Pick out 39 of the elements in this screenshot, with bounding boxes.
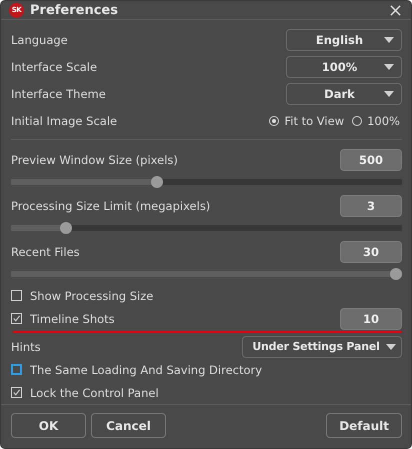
dropdown[interactable]: English: [286, 28, 402, 50]
value-field[interactable]: 30: [340, 240, 402, 262]
setting-label: Initial Image Scale: [11, 114, 118, 128]
value-field[interactable]: 3: [340, 194, 402, 216]
dialog-button[interactable]: Default: [326, 413, 402, 438]
checkbox[interactable]: Lock the Control Panel: [11, 386, 159, 400]
check-icon: [12, 314, 21, 323]
slider-thumb[interactable]: [390, 268, 402, 280]
dropdown[interactable]: Under Settings Panel: [242, 336, 402, 358]
dialog-button[interactable]: Cancel: [91, 413, 166, 438]
checkbox[interactable]: Timeline Shots: [11, 312, 115, 326]
setting-label: Interface Scale: [11, 60, 98, 74]
dialog-button[interactable]: OK: [11, 413, 86, 438]
checkbox[interactable]: The Same Loading And Saving Directory: [11, 362, 262, 376]
caret-icon: [386, 344, 396, 350]
caret-icon: [384, 36, 394, 42]
setting-label: Language: [11, 32, 68, 46]
check-icon: [12, 388, 21, 397]
caret-icon: [384, 90, 394, 96]
slider-track[interactable]: [11, 179, 402, 185]
slider-track[interactable]: [11, 271, 402, 277]
slider-thumb[interactable]: [60, 222, 72, 234]
setting-label: Processing Size Limit (megapixels): [11, 198, 210, 212]
checkbox[interactable]: Show Processing Size: [11, 288, 154, 302]
value-field[interactable]: 500: [340, 148, 402, 170]
slider-thumb[interactable]: [151, 176, 164, 188]
setting-label: Interface Theme: [11, 86, 106, 100]
radio-button[interactable]: 100%: [352, 114, 400, 128]
dropdown[interactable]: Dark: [286, 82, 402, 104]
dropdown[interactable]: 100%: [286, 56, 402, 78]
setting-label: Preview Window Size (pixels): [11, 152, 178, 166]
radio-button[interactable]: Fit to View: [269, 114, 344, 128]
value-field[interactable]: 10: [340, 308, 402, 330]
setting-label: Hints: [11, 340, 41, 354]
setting-label: Recent Files: [11, 244, 80, 258]
window-title: Preferences: [30, 2, 119, 18]
close-icon[interactable]: [390, 4, 401, 16]
caret-icon: [384, 64, 394, 70]
slider-track[interactable]: [11, 225, 402, 231]
